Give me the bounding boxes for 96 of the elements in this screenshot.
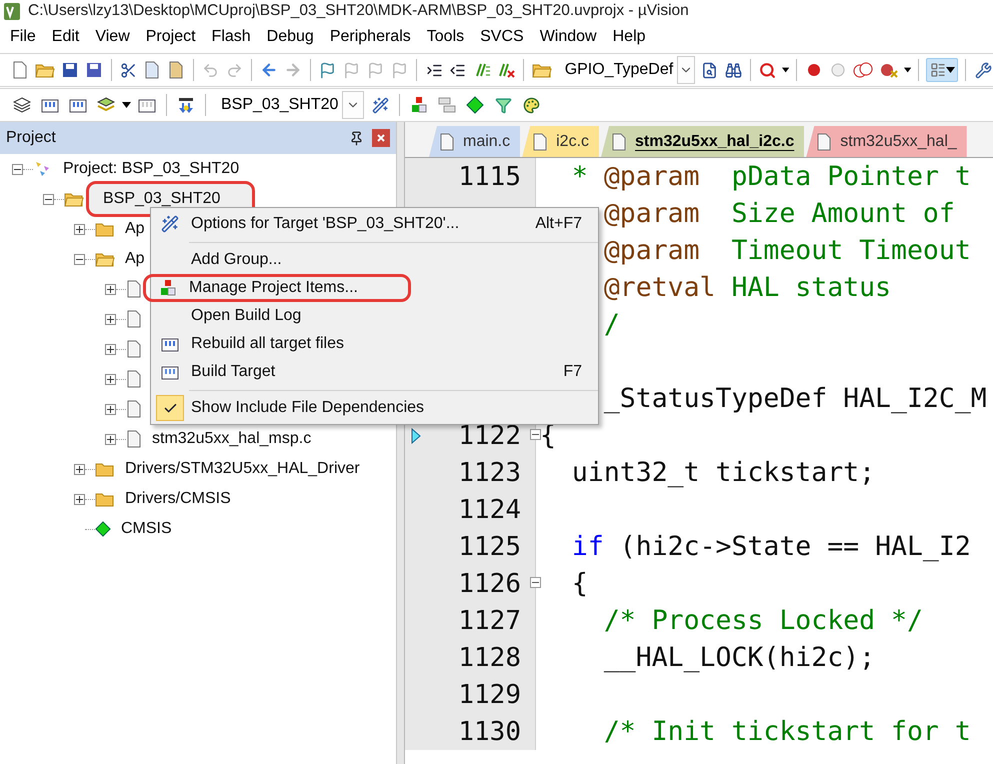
- menu-item[interactable]: Build Target F7: [151, 358, 598, 386]
- panel-title: Project: [6, 129, 57, 147]
- menu-item[interactable]: Open Build Log: [151, 302, 598, 330]
- code-line: /* Process Locked */: [604, 605, 923, 636]
- dropdown-button[interactable]: [342, 91, 364, 119]
- file-icon: [126, 310, 142, 328]
- expand-icon[interactable]: [105, 434, 116, 444]
- code-line: /* Init tickstart for t: [604, 716, 971, 747]
- tree-item[interactable]: Project: BSP_03_SHT20: [61, 158, 242, 180]
- caret-icon[interactable]: [122, 102, 131, 108]
- code-line: if (hi2c->State == HAL_I2: [572, 531, 971, 562]
- menu-icon: [159, 279, 177, 297]
- expand-icon[interactable]: [105, 344, 116, 354]
- menu-icon: [161, 364, 179, 380]
- menu-item[interactable]: Manage Project Items...: [143, 274, 411, 302]
- pin-icon[interactable]: [349, 130, 364, 146]
- window-toggle-icon[interactable]: [926, 58, 958, 82]
- tree-item[interactable]: Ap: [123, 218, 147, 240]
- file-icon: [439, 132, 455, 150]
- file-icon: [126, 370, 142, 388]
- menu-item[interactable]: Show Include File Dependencies: [151, 394, 598, 422]
- caret-icon[interactable]: [782, 67, 790, 73]
- file-icon: [126, 430, 142, 448]
- menu-item[interactable]: Tools: [418, 28, 472, 46]
- expand-icon[interactable]: [105, 404, 116, 414]
- code-line: __HAL_LOCK(hi2c);: [604, 642, 876, 673]
- tree-item[interactable]: stm32u5xx_hal_msp.c: [150, 428, 314, 450]
- menu-item[interactable]: Add Group...: [151, 246, 598, 274]
- collapse-icon[interactable]: [43, 194, 54, 204]
- code-line: /: [604, 309, 620, 340]
- caret-icon[interactable]: [904, 67, 911, 73]
- file-icon: [532, 132, 548, 150]
- menu-item[interactable]: Rebuild all target files: [151, 330, 598, 358]
- menu-item[interactable]: Debug: [258, 28, 322, 46]
- folder-icon: [95, 461, 115, 477]
- file-icon: [126, 400, 142, 418]
- collapse-icon[interactable]: [74, 254, 85, 264]
- folder-icon: [95, 221, 115, 237]
- line-number: 1128: [458, 642, 521, 672]
- line-number: 1115: [458, 162, 521, 192]
- menu-icon: [161, 215, 179, 233]
- expand-icon[interactable]: [74, 224, 85, 234]
- code-line: uint32_t tickstart;: [572, 457, 876, 488]
- line-number: 1122: [458, 420, 521, 450]
- line-number: 1125: [458, 532, 521, 562]
- file-tab[interactable]: stm32u5xx_hal_: [806, 126, 967, 157]
- close-button[interactable]: [372, 129, 390, 147]
- tree-item[interactable]: Drivers/STM32U5xx_HAL_Driver: [123, 458, 362, 480]
- menu-item[interactable]: View: [87, 28, 138, 46]
- folder-icon: [64, 191, 84, 207]
- expand-icon[interactable]: [74, 494, 85, 504]
- code-line: @param Timeout Timeout: [604, 235, 971, 266]
- menu-item[interactable]: File: [2, 28, 44, 46]
- find-combo[interactable]: GPIO_TypeDef: [556, 57, 674, 83]
- app-icon: [4, 2, 20, 20]
- code-line: * @param pData Pointer t: [572, 161, 971, 192]
- menu-item[interactable]: SVCS: [472, 28, 532, 46]
- line-number: 1126: [458, 568, 521, 598]
- expand-icon[interactable]: [74, 464, 85, 474]
- folder-icon: [95, 251, 115, 267]
- file-tab[interactable]: main.c: [429, 126, 520, 157]
- line-number: 1123: [458, 458, 521, 488]
- expand-icon[interactable]: [105, 314, 116, 324]
- diamond-icon: [95, 521, 111, 537]
- menu-item[interactable]: Window: [532, 28, 605, 46]
- expand-icon[interactable]: [105, 374, 116, 384]
- code-line: {: [572, 568, 588, 599]
- tree-item[interactable]: CMSIS: [119, 518, 174, 540]
- file-icon: [126, 280, 142, 298]
- tree-item[interactable]: Drivers/CMSIS: [123, 488, 233, 510]
- menu-item[interactable]: Edit: [44, 28, 88, 46]
- fold-icon[interactable]: [530, 429, 541, 440]
- file-tab[interactable]: i2c.c: [522, 126, 600, 157]
- file-icon: [126, 340, 142, 358]
- folder-icon: [95, 491, 115, 507]
- line-number: 1124: [458, 494, 521, 524]
- menu-item[interactable]: Project: [138, 28, 204, 46]
- file-icon: [816, 132, 832, 150]
- menu-item[interactable]: Peripherals: [322, 28, 419, 46]
- window-title: C:\Users\lzy13\Desktop\MCUproj\BSP_03_SHT20\MDK-ARM\BSP_03_SHT20.uvprojx - µVision: [28, 2, 689, 20]
- expand-icon[interactable]: [105, 284, 116, 294]
- target-combo[interactable]: BSP_03_SHT20: [213, 92, 338, 118]
- menu-icon: [161, 336, 179, 352]
- tree-item[interactable]: Ap: [123, 248, 147, 270]
- line-number: 1130: [458, 716, 521, 746]
- code-line: _StatusTypeDef HAL_I2C_M: [604, 383, 987, 414]
- collapse-icon[interactable]: [12, 164, 23, 174]
- fold-icon[interactable]: [530, 577, 541, 588]
- code-line: @param Size Amount of: [604, 198, 955, 229]
- file-icon: [611, 132, 628, 150]
- menu-item[interactable]: Flash: [204, 28, 259, 46]
- line-number: 1127: [458, 606, 521, 636]
- menu-item[interactable]: Help: [604, 28, 654, 46]
- code-line: @retval HAL status: [604, 272, 892, 303]
- file-tab[interactable]: stm32u5xx_hal_i2c.c: [601, 126, 804, 157]
- line-number: 1129: [458, 680, 521, 710]
